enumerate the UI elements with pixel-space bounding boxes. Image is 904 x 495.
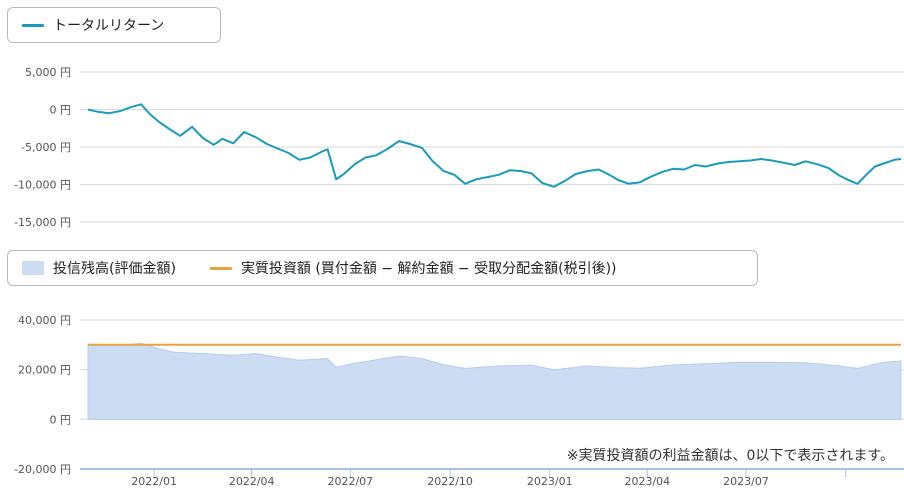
x-tick-label: 2023/01 — [527, 475, 573, 488]
x-tick-label: 2022/07 — [327, 475, 373, 488]
bottom-y-tick-label: 20,000 円 — [18, 364, 71, 377]
x-tick-label: 2022/04 — [229, 475, 275, 488]
bottom-y-tick-label: -20,000 円 — [14, 463, 71, 476]
x-tick-label: 2022/10 — [427, 475, 473, 488]
x-tick-label: 2023/07 — [723, 475, 769, 488]
footnote: ※実質投資額の利益金額は、0以下で表示されます。 — [566, 448, 894, 464]
fund-balance-area — [87, 342, 902, 420]
bottom-y-tick-label: 0 円 — [50, 413, 72, 426]
balance-chart: 40,000 円 20,000 円 0 円 -20,000 円 2022/01 2022/… — [14, 314, 904, 488]
bottom-y-tick-label: 40,000 円 — [18, 314, 71, 327]
x-tick-label: 2022/01 — [131, 475, 177, 488]
x-tick-label: 2023/04 — [624, 475, 670, 488]
